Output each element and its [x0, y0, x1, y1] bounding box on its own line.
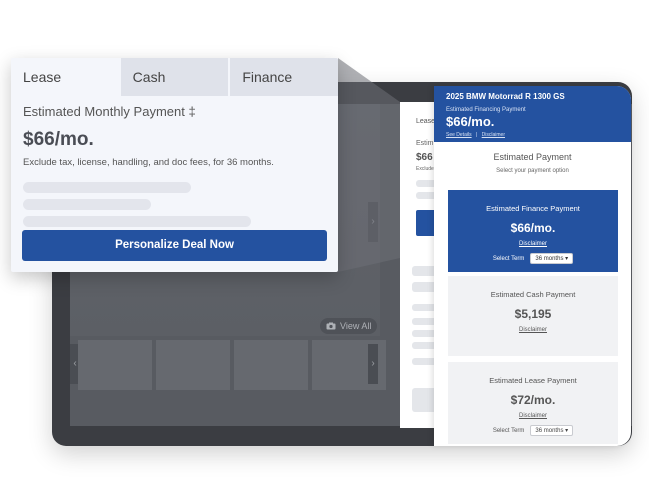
- gallery-next-button[interactable]: ›: [368, 202, 378, 242]
- detail-tab-lease[interactable]: Lease: [416, 118, 435, 125]
- thumb-next-button[interactable]: ›: [368, 344, 378, 384]
- view-all-button[interactable]: View All: [320, 318, 378, 334]
- finance-payment-card[interactable]: Estimated Finance Payment $66/mo. Discla…: [448, 190, 618, 272]
- view-all-label: View All: [340, 321, 372, 331]
- cash-amount: $5,195: [514, 307, 552, 321]
- estimate-label: Estimated Monthly Payment ‡: [23, 104, 196, 119]
- chevron-right-icon: ›: [371, 216, 375, 227]
- estimated-payment-subtitle: Select your payment option: [496, 168, 569, 174]
- detail-estimate-amount: $66: [416, 152, 433, 163]
- skeleton-line: [23, 182, 191, 193]
- camera-icon: [326, 322, 336, 330]
- cash-label: Estimated Cash Payment: [490, 290, 576, 299]
- skeleton-line: [23, 216, 251, 227]
- detail-estimate-label: Estim: [416, 140, 434, 147]
- payment-header: 2025 BMW Motorrad R 1300 GS Estimated Fi…: [434, 86, 631, 142]
- estimate-amount: $66/mo.: [23, 129, 94, 150]
- finance-disclaimer-link[interactable]: Disclaimer: [448, 241, 618, 247]
- lease-payment-card[interactable]: Estimated Lease Payment $72/mo. Disclaim…: [448, 362, 618, 444]
- payment-panel: 2025 BMW Motorrad R 1300 GS Estimated Fi…: [434, 86, 631, 446]
- lease-term-row: Select Term 36 months ▾: [448, 425, 618, 436]
- header-links: See Details | Disclaimer: [446, 132, 619, 138]
- chevron-down-icon: ▾: [565, 428, 569, 434]
- link-separator: |: [475, 132, 478, 138]
- lease-term-label: Select Term: [492, 427, 525, 434]
- tab-finance[interactable]: Finance: [230, 58, 338, 96]
- finance-term-select[interactable]: 36 months ▾: [530, 253, 574, 264]
- finance-label: Estimated Finance Payment: [486, 204, 580, 213]
- estimate-note: Exclude tax, license, handling, and doc …: [23, 157, 274, 168]
- thumbnail[interactable]: [78, 340, 152, 390]
- cash-disclaimer-link[interactable]: Disclaimer: [448, 327, 618, 333]
- lease-amount: $72/mo.: [510, 393, 556, 407]
- lease-term-select[interactable]: 36 months ▾: [530, 425, 574, 436]
- thumbnail[interactable]: [156, 340, 230, 390]
- header-payment-label: Estimated Financing Payment: [446, 107, 526, 113]
- lease-term-value: 36 months: [535, 428, 564, 434]
- header-disclaimer-link[interactable]: Disclaimer: [482, 132, 505, 138]
- payment-tabs: Lease Cash Finance: [11, 58, 338, 96]
- personalize-deal-button[interactable]: Personalize Deal Now: [22, 230, 327, 261]
- tab-lease[interactable]: Lease: [11, 58, 121, 96]
- finance-term-label: Select Term: [492, 255, 525, 262]
- finance-term-value: 36 months: [535, 256, 564, 262]
- thumbnail[interactable]: [234, 340, 308, 390]
- header-payment-amount: $66/mo.: [446, 114, 495, 129]
- thumbnail-strip: [78, 340, 386, 390]
- finance-amount: $66/mo.: [510, 221, 556, 235]
- lease-disclaimer-link[interactable]: Disclaimer: [448, 413, 618, 419]
- chevron-down-icon: ▾: [565, 256, 569, 262]
- cash-payment-card[interactable]: Estimated Cash Payment $5,195 Disclaimer: [448, 276, 618, 356]
- skeleton-line: [23, 199, 151, 210]
- vehicle-title: 2025 BMW Motorrad R 1300 GS: [446, 92, 565, 101]
- finance-term-row: Select Term 36 months ▾: [448, 253, 618, 264]
- lease-card-body: Estimated Monthly Payment ‡ $66/mo. Excl…: [11, 96, 338, 235]
- lease-payment-card-zoomed: Lease Cash Finance Estimated Monthly Pay…: [11, 58, 338, 272]
- detail-note: Exclude: [416, 166, 434, 172]
- tab-cash[interactable]: Cash: [120, 58, 231, 96]
- lease-label: Estimated Lease Payment: [489, 376, 577, 385]
- estimated-payment-title: Estimated Payment: [493, 152, 572, 162]
- chevron-left-icon: ‹: [73, 358, 77, 369]
- chevron-right-icon: ›: [371, 358, 375, 369]
- see-details-link[interactable]: See Details: [446, 132, 472, 138]
